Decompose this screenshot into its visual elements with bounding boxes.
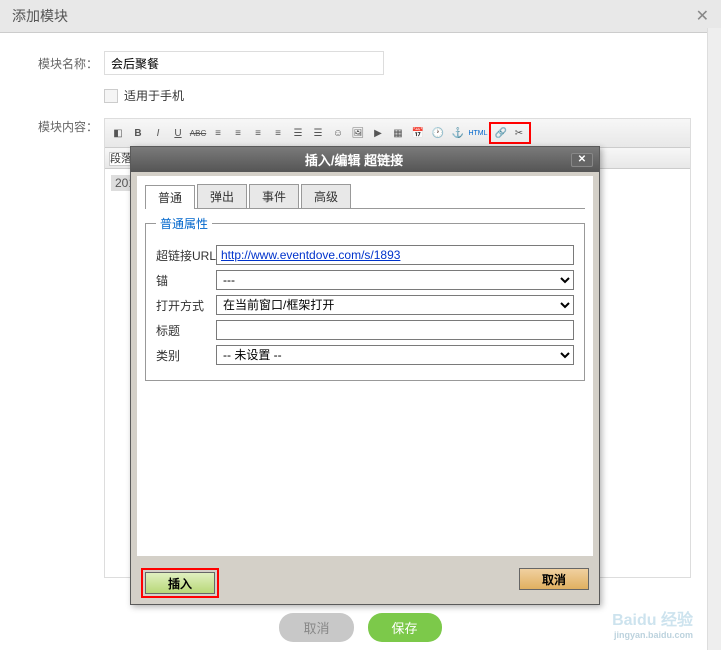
align-justify-icon[interactable]: ≡ bbox=[269, 124, 287, 142]
bold-icon[interactable]: B bbox=[129, 124, 147, 142]
watermark: Baidu 经验 jingyan.baidu.com bbox=[612, 606, 693, 640]
target-select[interactable]: 在当前窗口/框架打开 bbox=[216, 295, 574, 315]
class-label: 类别 bbox=[156, 347, 216, 364]
close-icon[interactable]: ✕ bbox=[696, 6, 709, 26]
underline-icon[interactable]: U bbox=[169, 124, 187, 142]
target-label: 打开方式 bbox=[156, 297, 216, 314]
link-dialog: 插入/编辑 超链接 ✕ 普通 弹出 事件 高级 普通属性 超链接URL 锚 --… bbox=[130, 146, 600, 605]
link-highlight: 🔗 ✂ bbox=[489, 122, 531, 144]
insert-highlight: 插入 bbox=[141, 568, 219, 598]
target-row: 打开方式 在当前窗口/框架打开 bbox=[156, 295, 574, 315]
main-title: 添加模块 bbox=[12, 6, 68, 26]
anchor-label: 锚 bbox=[156, 272, 216, 289]
dialog-body: 普通 弹出 事件 高级 普通属性 超链接URL 锚 --- 打开方式 在当前窗口… bbox=[131, 172, 599, 562]
align-center-icon[interactable]: ≡ bbox=[229, 124, 247, 142]
anchor-row: 锚 --- bbox=[156, 270, 574, 290]
source-icon[interactable]: ◧ bbox=[109, 124, 127, 142]
tab-advanced[interactable]: 高级 bbox=[301, 184, 351, 208]
class-row: 类别 -- 未设置 -- bbox=[156, 345, 574, 365]
dialog-tabs: 普通 弹出 事件 高级 bbox=[145, 184, 585, 209]
tab-events[interactable]: 事件 bbox=[249, 184, 299, 208]
title-label: 标题 bbox=[156, 322, 216, 339]
editor-toolbar: ◧ B I U ABC ≡ ≡ ≡ ≡ ☰ ☰ ☺ 🖼 ▶ ▦ 📅 🕐 bbox=[105, 119, 690, 148]
anchor-select[interactable]: --- bbox=[216, 270, 574, 290]
tab-popup[interactable]: 弹出 bbox=[197, 184, 247, 208]
mobile-label: 适用于手机 bbox=[124, 87, 184, 104]
title-row: 标题 bbox=[156, 320, 574, 340]
html-icon[interactable]: HTML bbox=[469, 124, 487, 142]
class-select[interactable]: -- 未设置 -- bbox=[216, 345, 574, 365]
name-row: 模块名称： bbox=[30, 51, 691, 75]
time-icon[interactable]: 🕐 bbox=[429, 124, 447, 142]
main-window: 添加模块 ✕ 模块名称： 适用于手机 模块内容： ◧ B I U ABC ≡ ≡ bbox=[0, 0, 721, 650]
link-icon[interactable]: 🔗 bbox=[492, 124, 510, 142]
dialog-cancel-button[interactable]: 取消 bbox=[519, 568, 589, 590]
url-label: 超链接URL bbox=[156, 247, 216, 264]
general-fieldset: 普通属性 超链接URL 锚 --- 打开方式 在当前窗口/框架打开 标题 bbox=[145, 215, 585, 381]
mobile-checkbox[interactable] bbox=[104, 89, 118, 103]
fieldset-legend: 普通属性 bbox=[156, 215, 212, 232]
dialog-footer: 插入 取消 bbox=[131, 562, 599, 604]
url-row: 超链接URL bbox=[156, 245, 574, 265]
name-label: 模块名称： bbox=[30, 55, 98, 72]
italic-icon[interactable]: I bbox=[149, 124, 167, 142]
unlink-icon[interactable]: ✂ bbox=[510, 124, 528, 142]
anchor-icon[interactable]: ⚓ bbox=[449, 124, 467, 142]
list-ol-icon[interactable]: ☰ bbox=[309, 124, 327, 142]
list-ul-icon[interactable]: ☰ bbox=[289, 124, 307, 142]
title-input[interactable] bbox=[216, 320, 574, 340]
dialog-title: 插入/编辑 超链接 bbox=[137, 150, 571, 169]
name-input[interactable] bbox=[104, 51, 384, 75]
url-input[interactable] bbox=[216, 245, 574, 265]
media-icon[interactable]: ▶ bbox=[369, 124, 387, 142]
bottom-save-button[interactable]: 保存 bbox=[368, 613, 442, 642]
bottom-cancel-button[interactable]: 取消 bbox=[279, 613, 353, 642]
emoji-icon[interactable]: ☺ bbox=[329, 124, 347, 142]
insert-button[interactable]: 插入 bbox=[145, 572, 215, 594]
content-label: 模块内容： bbox=[30, 118, 98, 135]
image-icon[interactable]: 🖼 bbox=[349, 124, 367, 142]
dialog-close-icon[interactable]: ✕ bbox=[571, 153, 593, 167]
tab-general[interactable]: 普通 bbox=[145, 185, 195, 209]
date-icon[interactable]: 📅 bbox=[409, 124, 427, 142]
mobile-row: 适用于手机 bbox=[104, 87, 691, 104]
table-icon[interactable]: ▦ bbox=[389, 124, 407, 142]
scrollbar[interactable] bbox=[707, 28, 721, 650]
main-header: 添加模块 ✕ bbox=[0, 0, 721, 33]
align-left-icon[interactable]: ≡ bbox=[209, 124, 227, 142]
strike-icon[interactable]: ABC bbox=[189, 124, 207, 142]
dialog-header: 插入/编辑 超链接 ✕ bbox=[131, 147, 599, 172]
align-right-icon[interactable]: ≡ bbox=[249, 124, 267, 142]
